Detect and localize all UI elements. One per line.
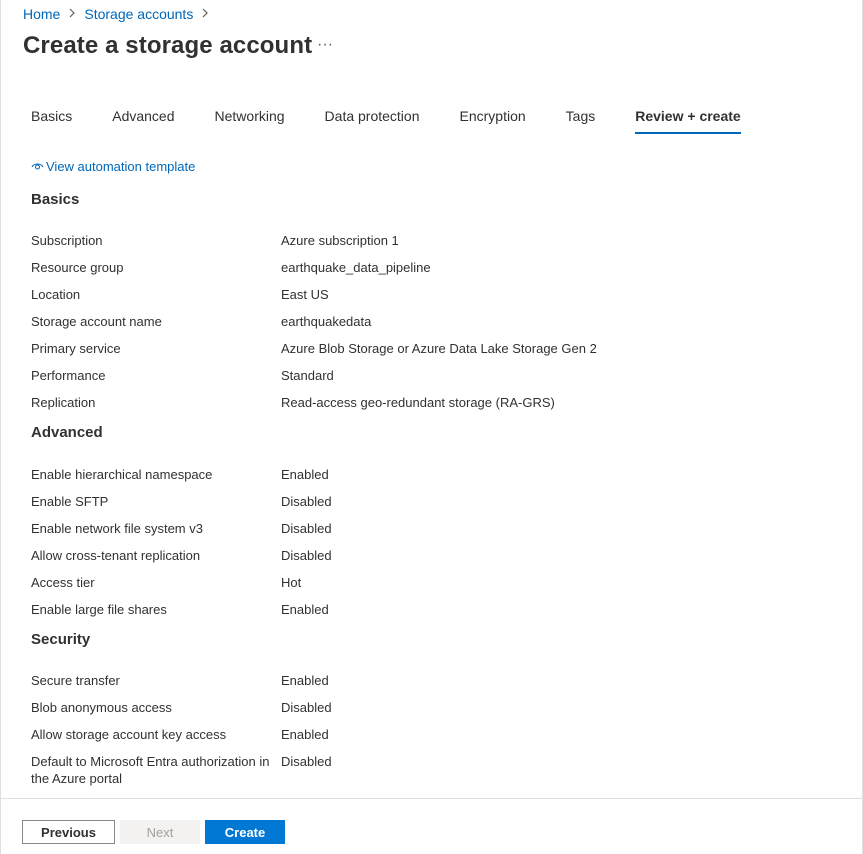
view-automation-template-label: View automation template <box>46 159 196 174</box>
security-rows: Secure transfer Enabled Blob anonymous ac… <box>31 672 841 787</box>
row-value: Enabled <box>281 727 329 742</box>
chevron-right-icon <box>201 7 209 21</box>
eye-icon <box>31 159 46 174</box>
row-value: Disabled <box>281 700 332 715</box>
summary-row: Resource group earthquake_data_pipeline <box>31 259 841 286</box>
row-key: Subscription <box>31 233 103 248</box>
review-content: Basics Subscription Azure subscription 1 … <box>31 190 841 787</box>
row-value: Hot <box>281 575 302 590</box>
row-value: earthquakedata <box>281 314 372 329</box>
row-key: Secure transfer <box>31 673 120 688</box>
tab-advanced[interactable]: Advanced <box>112 108 174 134</box>
row-key: Primary service <box>31 341 121 356</box>
row-key: Storage account name <box>31 314 162 329</box>
row-key: Performance <box>31 368 106 383</box>
summary-row: Access tier Hot <box>31 574 841 601</box>
summary-row: Performance Standard <box>31 367 841 394</box>
tab-encryption[interactable]: Encryption <box>460 108 526 134</box>
wizard-tabs: Basics Advanced Networking Data protecti… <box>31 108 781 134</box>
create-button[interactable]: Create <box>205 820 285 844</box>
summary-row: Subscription Azure subscription 1 <box>31 232 841 259</box>
section-heading-security: Security <box>31 631 91 648</box>
summary-row: Allow storage account key access Enabled <box>31 726 841 753</box>
wizard-footer: Previous Next Create <box>1 798 862 854</box>
row-key: Default to Microsoft Entra authorization… <box>31 754 270 786</box>
row-key: Enable large file shares <box>31 602 167 617</box>
row-value: Azure subscription 1 <box>281 233 399 248</box>
summary-row: Enable network file system v3 Disabled <box>31 520 841 547</box>
row-key: Enable SFTP <box>31 494 109 509</box>
summary-row: Enable hierarchical namespace Enabled <box>31 466 841 493</box>
previous-button[interactable]: Previous <box>22 820 115 844</box>
row-key: Enable hierarchical namespace <box>31 467 213 482</box>
row-value: East US <box>281 287 329 302</box>
row-value: Disabled <box>281 521 332 536</box>
section-heading-advanced: Advanced <box>31 424 103 441</box>
tab-networking[interactable]: Networking <box>215 108 285 134</box>
summary-row: Enable large file shares Enabled <box>31 601 841 628</box>
row-key: Resource group <box>31 260 124 275</box>
tab-tags[interactable]: Tags <box>566 108 596 134</box>
row-value: Read-access geo-redundant storage (RA-GR… <box>281 395 555 410</box>
row-value: Disabled <box>281 494 332 509</box>
summary-row: Replication Read-access geo-redundant sto… <box>31 394 841 421</box>
row-key: Location <box>31 287 81 302</box>
row-key: Blob anonymous access <box>31 700 172 715</box>
row-key: Access tier <box>31 575 95 590</box>
row-value: Enabled <box>281 602 329 617</box>
tab-data-protection[interactable]: Data protection <box>325 108 420 134</box>
row-value: Azure Blob Storage or Azure Data Lake St… <box>281 341 597 356</box>
summary-row: Location East US <box>31 286 841 313</box>
tab-review-create[interactable]: Review + create <box>635 108 742 134</box>
row-value: Disabled <box>281 548 332 563</box>
summary-row: Allow cross-tenant replication Disabled <box>31 547 841 574</box>
create-storage-account-page: Home Storage accounts Create a storage a… <box>0 0 863 854</box>
row-value: Disabled <box>281 754 332 769</box>
row-value: earthquake_data_pipeline <box>281 260 431 275</box>
summary-row: Storage account name earthquakedata <box>31 313 841 340</box>
page-title: Create a storage account <box>23 32 313 59</box>
more-options-button[interactable]: ··· <box>317 36 333 54</box>
row-key: Enable network file system v3 <box>31 521 203 536</box>
summary-row: Enable SFTP Disabled <box>31 493 841 520</box>
view-automation-template-link[interactable]: View automation template <box>31 159 195 174</box>
summary-row: Secure transfer Enabled <box>31 672 841 699</box>
breadcrumb-home-link[interactable]: Home <box>23 6 60 22</box>
chevron-right-icon <box>68 7 76 21</box>
summary-row: Default to Microsoft Entra authorization… <box>31 753 841 787</box>
summary-row: Primary service Azure Blob Storage or Azu… <box>31 340 841 367</box>
section-heading-basics: Basics <box>31 191 80 208</box>
row-key: Replication <box>31 395 96 410</box>
tab-basics[interactable]: Basics <box>31 108 72 134</box>
breadcrumb: Home Storage accounts <box>23 6 217 22</box>
row-value: Enabled <box>281 467 329 482</box>
row-value: Standard <box>281 368 334 383</box>
breadcrumb-storage-accounts-link[interactable]: Storage accounts <box>84 6 193 22</box>
next-button[interactable]: Next <box>120 820 200 844</box>
row-value: Enabled <box>281 673 329 688</box>
advanced-rows: Enable hierarchical namespace Enabled Ena… <box>31 466 841 628</box>
summary-row: Blob anonymous access Disabled <box>31 699 841 726</box>
row-key: Allow storage account key access <box>31 727 227 742</box>
basics-rows: Subscription Azure subscription 1 Resourc… <box>31 232 841 421</box>
row-key: Allow cross-tenant replication <box>31 548 201 563</box>
